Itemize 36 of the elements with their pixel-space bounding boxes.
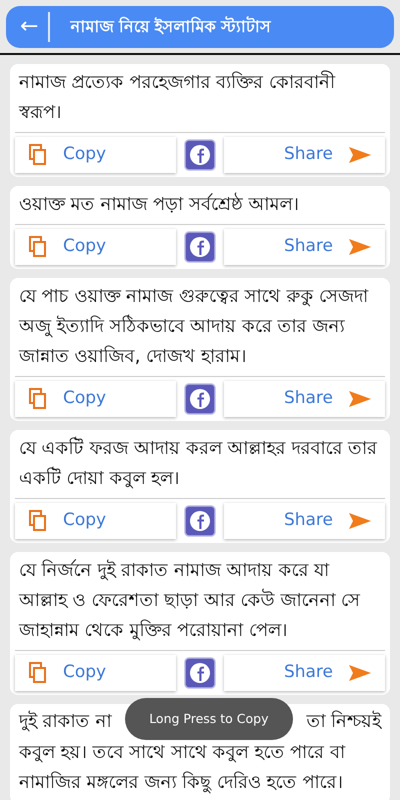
status-text: তা নিশ্চয়ই <box>306 710 381 734</box>
copy-icon <box>29 144 47 166</box>
facebook-button[interactable] <box>184 505 216 537</box>
share-button[interactable]: Share <box>224 655 385 691</box>
status-text: নামাজ প্রত্যেক পরহেজগার ব্যক্তির কোরবানী স্বরূপ। <box>18 70 336 125</box>
facebook-button[interactable] <box>184 657 216 689</box>
copy-button[interactable]: Copy <box>15 381 176 417</box>
send-icon <box>349 512 371 530</box>
toast-message: Long Press to Copy <box>124 698 293 740</box>
share-button[interactable]: Share <box>224 137 385 173</box>
status-text: ওয়াক্ত মত নামাজ পড়া সর্বশ্রেষ্ঠ আমল। <box>18 192 300 217</box>
status-text: যে পাচ ওয়াক্ত নামাজ গুরুত্বের সাথে রুকু সেজদা অজু ইত্যাদি সঠিকভাবে আদায় করে তার জন্য জান্নাত ওয়াজিব, দোজখ হারাম। <box>18 285 370 369</box>
facebook-button[interactable] <box>184 139 216 171</box>
copy-icon <box>29 388 47 410</box>
facebook-button[interactable] <box>184 231 216 263</box>
facebook-button[interactable] <box>184 383 216 415</box>
share-button[interactable]: Share <box>224 503 385 539</box>
send-icon <box>349 238 371 256</box>
status-text: দুই রাকাত না <box>19 710 112 734</box>
status-text: কবুল হয়। তবে সাথে সাথে কবুল হতে পারে বা নামাজির মঙ্গলের জন্য কিছু দেরিও হতে পারে। <box>18 741 346 796</box>
copy-icon <box>29 662 47 684</box>
share-button[interactable]: Share <box>224 229 385 265</box>
copy-icon <box>29 236 47 258</box>
copy-button[interactable]: Copy <box>15 229 176 265</box>
copy-icon <box>29 510 47 532</box>
back-button[interactable]: ← <box>6 16 48 38</box>
status-text: যে নির্জনে দুই রাকাত নামাজ আদায় করে যা আল্লাহ ও ফেরেশতা ছাড়া আর কেউ জানেনা সে জাহান্নাম থেকে মুক্তির পরোয়ানা পেল। <box>18 558 362 643</box>
copy-button[interactable]: Copy <box>15 137 176 173</box>
copy-button[interactable]: Copy <box>15 655 176 691</box>
send-icon <box>349 146 371 164</box>
share-button[interactable]: Share <box>224 381 385 417</box>
status-text: যে একটি ফরজ আদায় করল আল্লাহর দরবারে তার একটি দোয়া কবুল হল। <box>18 436 378 491</box>
app-title: নামাজ নিয়ে ইসলামিক স্ট্যাটাস <box>70 15 272 38</box>
send-icon <box>349 664 371 682</box>
send-icon <box>349 390 371 408</box>
copy-button[interactable]: Copy <box>15 503 176 539</box>
